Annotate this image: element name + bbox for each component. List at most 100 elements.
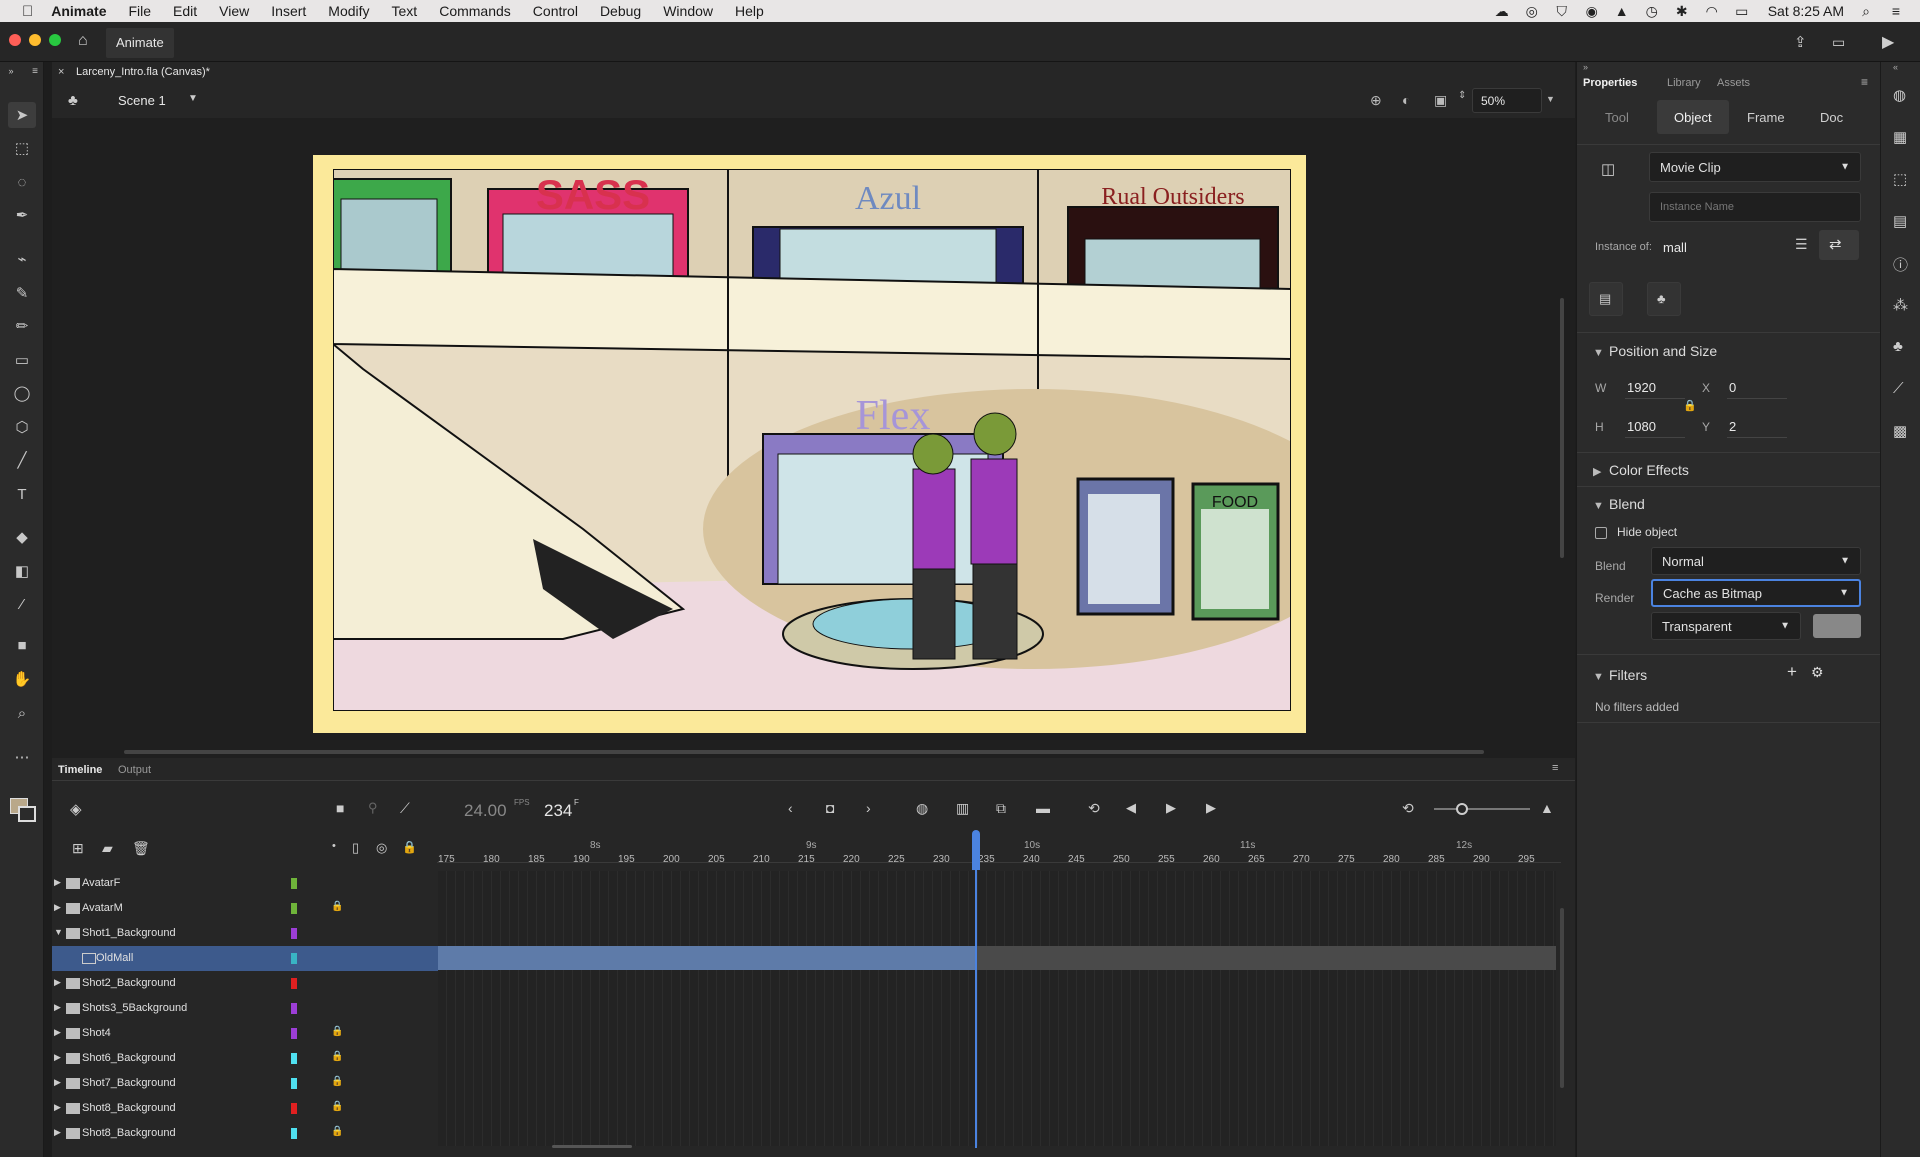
chevron-down-icon[interactable]: ▼ xyxy=(54,927,63,937)
paint-bucket-tool-icon[interactable]: ◧ xyxy=(8,558,36,584)
menu-control[interactable]: Control xyxy=(533,3,578,19)
color-effects-header[interactable]: ▶ Color Effects xyxy=(1593,462,1689,478)
assets-icon[interactable]: ♣ xyxy=(1893,338,1903,355)
mall-scene[interactable]: SASS Azul Rual Outsiders Flex FOOD xyxy=(333,169,1291,711)
bluetooth-icon[interactable]: ✱ xyxy=(1674,4,1690,18)
layer-row[interactable]: ▶ Shot2_Background xyxy=(52,971,438,996)
instance-name-input[interactable]: Instance Name xyxy=(1649,192,1861,222)
zoom-input[interactable]: 50% xyxy=(1472,88,1542,113)
new-folder-icon[interactable]: ▰ xyxy=(102,840,113,857)
timeline-zoom-slider[interactable] xyxy=(1434,808,1530,810)
chevron-down-icon[interactable]: ▼ xyxy=(188,93,198,104)
layer-row[interactable]: ▶ Shot4 🔒 xyxy=(52,1021,438,1046)
props-collapse-icon[interactable]: » xyxy=(1583,62,1588,72)
layer-row[interactable]: ▶ AvatarM 🔒 xyxy=(52,896,438,921)
layer-name[interactable]: Shot2_Background xyxy=(82,977,176,989)
center-frame-icon[interactable]: ⟲ xyxy=(1402,800,1414,817)
swatches-icon[interactable]: ▦ xyxy=(1893,128,1907,146)
layer-name[interactable]: AvatarM xyxy=(82,902,123,914)
position-size-header[interactable]: ▼ Position and Size xyxy=(1593,343,1717,359)
fps-value[interactable]: 24.00 xyxy=(464,801,507,821)
delete-layer-icon[interactable]: 🗑 xyxy=(132,840,150,857)
subtab-tool[interactable]: Tool xyxy=(1605,110,1629,125)
layer-frames[interactable] xyxy=(438,1071,1556,1096)
layer-frames[interactable] xyxy=(438,1046,1556,1071)
layer-frames[interactable] xyxy=(438,996,1556,1021)
snap-icon[interactable]: ⊕ xyxy=(1370,92,1382,109)
lock-icon[interactable]: 🔒 xyxy=(331,1126,343,1137)
y-value[interactable]: 2 xyxy=(1729,419,1736,434)
workspace-icon[interactable]: ▭ xyxy=(1832,34,1845,51)
layer-row[interactable]: ▶ Shots3_5Background xyxy=(52,996,438,1021)
layer-color-swatch[interactable] xyxy=(291,953,297,964)
layer-color-swatch[interactable] xyxy=(291,1128,297,1139)
hide-object-checkbox[interactable] xyxy=(1595,527,1607,539)
layer-name[interactable]: Shot7_Background xyxy=(82,1077,176,1089)
app-menu[interactable]: Animate xyxy=(51,3,106,19)
symbol-type-select[interactable]: Movie Clip ▼ xyxy=(1649,152,1861,182)
bitmap-bg-select[interactable]: Transparent ▼ xyxy=(1651,612,1801,640)
edit-multiple-frames-icon[interactable]: ▥ xyxy=(956,800,969,817)
scene-selector[interactable]: Scene 1 xyxy=(118,93,166,108)
frame-span[interactable] xyxy=(976,946,1556,970)
collapse-icon[interactable]: » xyxy=(4,64,18,78)
lock-layers-icon[interactable]: 🔒 xyxy=(402,840,417,854)
lock-icon[interactable]: 🔒 xyxy=(331,1101,343,1112)
rectangle-tool-icon[interactable]: ▭ xyxy=(8,347,36,373)
motion-tween-icon[interactable]: ▬ xyxy=(1036,800,1050,816)
fluid-brush-tool-icon[interactable]: ⌁ xyxy=(8,246,36,272)
step-back-icon[interactable]: ◀ xyxy=(1126,800,1136,816)
info-icon[interactable]: ⓘ xyxy=(1893,254,1908,275)
components-icon[interactable]: ▩ xyxy=(1893,422,1907,440)
motion-presets-icon[interactable]: ⁂ xyxy=(1893,296,1908,314)
chevron-right-icon[interactable]: ▶ xyxy=(54,1127,61,1138)
layer-frames[interactable] xyxy=(438,871,1556,896)
time-machine-icon[interactable]: ◷ xyxy=(1644,4,1660,18)
lock-icon[interactable]: 🔒 xyxy=(331,1051,343,1062)
layer-frames[interactable] xyxy=(438,1121,1556,1146)
playhead-handle[interactable] xyxy=(972,830,980,870)
camera-tool-icon[interactable]: ■ xyxy=(8,632,36,658)
chevron-right-icon[interactable]: ▶ xyxy=(54,1052,61,1063)
h-value[interactable]: 1080 xyxy=(1627,419,1656,434)
search-icon[interactable]: ⌕ xyxy=(1858,4,1874,18)
layer-color-swatch[interactable] xyxy=(291,1103,297,1114)
motion-editor-icon[interactable]: ⟋ xyxy=(1893,380,1904,397)
menu-help[interactable]: Help xyxy=(735,3,764,19)
timeline-horizontal-scrollbar[interactable] xyxy=(552,1145,632,1148)
selection-tool-icon[interactable]: ➤ xyxy=(8,102,36,128)
zoom-stepper-icon[interactable]: ⇕ xyxy=(1458,90,1466,101)
layer-row[interactable]: ▶ AvatarF xyxy=(52,871,438,896)
bitmap-bg-color-swatch[interactable] xyxy=(1813,614,1861,638)
chevron-right-icon[interactable]: ▶ xyxy=(54,1027,61,1038)
menu-commands[interactable]: Commands xyxy=(439,3,511,19)
monitor-icon[interactable]: ▲ xyxy=(1614,4,1630,18)
more-tools-icon[interactable]: ⋯ xyxy=(8,744,36,770)
layer-name[interactable]: Shot1_Background xyxy=(82,927,176,939)
eraser-tool-icon[interactable]: ◆ xyxy=(8,524,36,550)
layer-color-swatch[interactable] xyxy=(291,878,297,889)
layer-name[interactable]: Shot4 xyxy=(82,1027,111,1039)
layer-row[interactable]: ▶ Shot8_Background 🔒 xyxy=(52,1096,438,1121)
layer-row[interactable]: ▶ Shot6_Background 🔒 xyxy=(52,1046,438,1071)
panel-menu-icon[interactable]: ≡ xyxy=(28,64,42,78)
layer-name[interactable]: Shots3_5Background xyxy=(82,1002,187,1014)
edit-scene-icon[interactable]: ♣ xyxy=(68,92,78,109)
layer-name[interactable]: Shot6_Background xyxy=(82,1052,176,1064)
subtab-frame[interactable]: Frame xyxy=(1747,110,1785,125)
lock-icon[interactable]: 🔒 xyxy=(331,901,343,912)
filter-settings-icon[interactable]: ⚙ xyxy=(1811,664,1824,681)
subtab-object[interactable]: Object xyxy=(1674,110,1712,125)
layer-color-swatch[interactable] xyxy=(291,903,297,914)
swap-symbol-icon[interactable]: ⇄ xyxy=(1829,235,1842,253)
fill-color-swatch[interactable] xyxy=(18,806,36,822)
polygon-tool-icon[interactable]: ⬡ xyxy=(8,414,36,440)
status-icon[interactable]: ◉ xyxy=(1584,4,1600,18)
eyedropper-tool-icon[interactable]: ⁄ xyxy=(8,591,36,617)
render-select[interactable]: Cache as Bitmap ▼ xyxy=(1651,579,1861,607)
layer-frames[interactable] xyxy=(438,1021,1556,1046)
align-icon[interactable]: ▤ xyxy=(1893,212,1907,230)
zoom-tool-icon[interactable]: ⌕ xyxy=(8,700,36,726)
document-tab[interactable]: Larceny_Intro.fla (Canvas)* xyxy=(76,66,210,78)
chevron-right-icon[interactable]: ▶ xyxy=(54,902,61,913)
